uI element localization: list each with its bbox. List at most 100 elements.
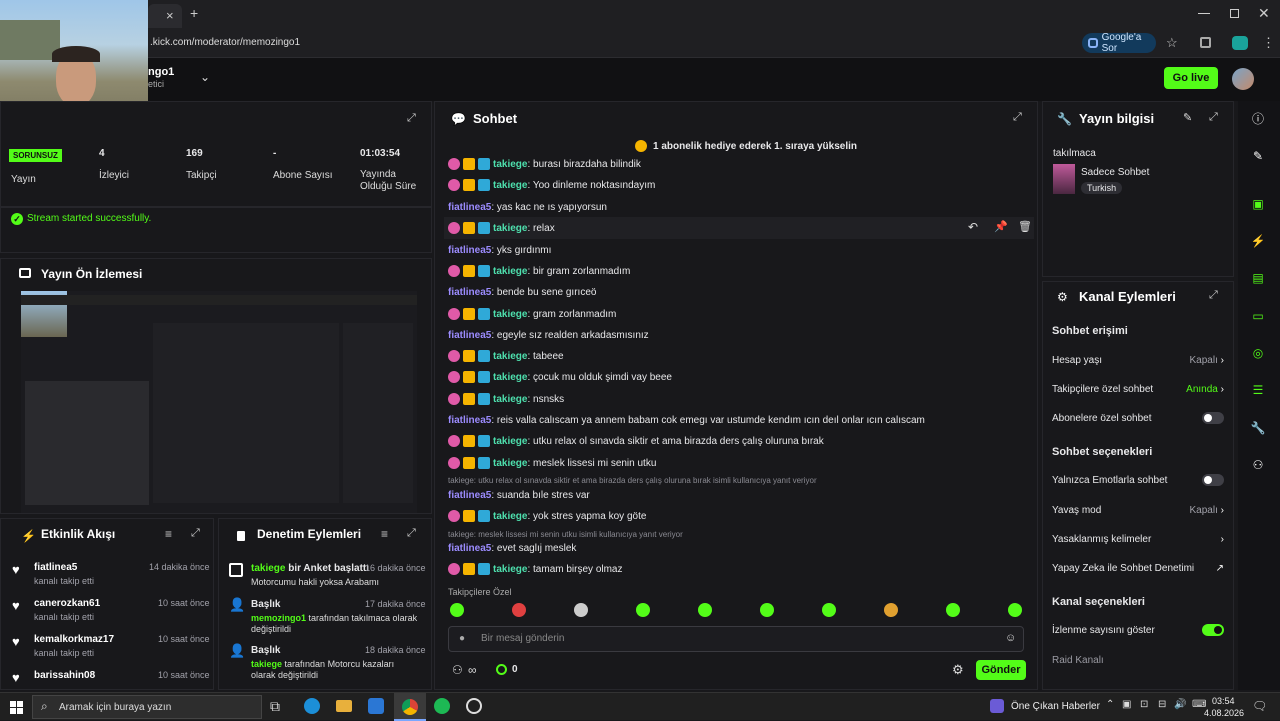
mod-user[interactable]: takiege [251, 659, 282, 669]
emote-icon[interactable] [1008, 603, 1022, 617]
doc-icon[interactable]: ▤ [1248, 268, 1268, 288]
browser-menu-icon[interactable]: ⋮ [1262, 35, 1275, 51]
chat-popout-icon[interactable]: ⤢ [1013, 111, 1022, 124]
chat-username[interactable]: fiatlinea5 [448, 245, 491, 256]
bookmark-star-icon[interactable]: ☆ [1166, 35, 1178, 51]
chat-username[interactable]: takiege [493, 266, 527, 277]
mod-item[interactable]: takiege bir Anket başlattı 16 dakika önc… [229, 561, 429, 597]
chat-message[interactable]: takiege: relax [448, 218, 555, 238]
chat-message[interactable]: fiatlinea5: suanda bıle stres var [448, 485, 590, 505]
chat-message[interactable]: takiege: meslek lissesi mi senin utku [448, 453, 656, 473]
chat-message[interactable]: fiatlinea5: yks gırdınmı [448, 240, 551, 260]
chat-username[interactable]: takiege [493, 458, 527, 469]
notifications-icon[interactable]: 🗨 [1252, 699, 1267, 713]
chevron-down-icon[interactable]: ⌄ [200, 70, 210, 84]
followers-chat-option[interactable]: Takipçilere özel sohbet Anında › [1052, 379, 1224, 399]
chat-message[interactable]: fiatlinea5: yas kac ne ıs yapıyorsun [448, 197, 607, 217]
obs-icon[interactable] [466, 698, 482, 714]
mod-filter-icon[interactable]: ≡ [381, 527, 388, 541]
tray-icon-2[interactable]: ⊟ [1158, 699, 1166, 710]
tab-close-icon[interactable]: × [166, 8, 174, 23]
taskbar-search-box[interactable]: ⌕ Aramak için buraya yazın [32, 695, 262, 719]
chat-username[interactable]: takiege [493, 372, 527, 383]
window-close-icon[interactable]: ✕ [1258, 5, 1270, 22]
file-explorer-icon[interactable] [336, 700, 352, 712]
info-popout-icon[interactable]: ⤢ [1209, 111, 1218, 124]
users-group-icon[interactable]: ⚇ [1248, 455, 1268, 475]
minimize-icon[interactable] [1198, 13, 1210, 14]
chat-username[interactable]: takiege [493, 394, 527, 405]
chat-username[interactable]: takiege [493, 564, 527, 575]
emote-icon[interactable] [946, 603, 960, 617]
emote-icon[interactable] [512, 603, 526, 617]
activity-user[interactable]: barissahin08 [34, 670, 95, 681]
mod-user[interactable]: memozingo1 [251, 613, 306, 623]
reply-context[interactable]: takiege: utku relax ol sınavda siktir et… [448, 476, 817, 485]
chat-username[interactable]: fiatlinea5 [448, 287, 491, 298]
chat-message[interactable]: takiege: nsnsks [448, 389, 564, 409]
activity-user[interactable]: canerozkan61 [34, 598, 100, 609]
account-age-option[interactable]: Hesap yaşı Kapalı › [1052, 350, 1224, 370]
pencil-icon[interactable]: ✎ [1248, 146, 1268, 166]
edit-pencil-icon[interactable]: ✎ [1183, 111, 1192, 124]
list-icon[interactable]: ☰ [1248, 380, 1268, 400]
actions-popout-icon[interactable]: ⤢ [1209, 289, 1218, 302]
preview-video[interactable] [21, 291, 417, 513]
bolt-icon[interactable]: ⚡ [1248, 231, 1268, 251]
chat-message[interactable]: takiege: bir gram zorlanmadım [448, 261, 630, 281]
chat-icon[interactable]: ▭ [1248, 306, 1268, 326]
emote-icon[interactable] [698, 603, 712, 617]
channel-name[interactable]: ngo1 [148, 66, 174, 78]
send-button[interactable]: Gönder [976, 660, 1026, 680]
taskbar-time[interactable]: 03:54 [1212, 696, 1235, 706]
maximize-icon[interactable] [1230, 9, 1239, 18]
mod-item[interactable]: 👤 Başlık 18 dakika önce takiege tarafınd… [229, 643, 429, 687]
chat-message[interactable]: takiege: çocuk mu olduk şimdi vay beee [448, 367, 672, 387]
emote-only-toggle[interactable] [1202, 474, 1224, 486]
chat-username[interactable]: fiatlinea5 [448, 543, 491, 554]
mod-item[interactable]: 👤 Başlık 17 dakika önce memozingo1 taraf… [229, 597, 429, 641]
activity-popout-icon[interactable]: ⤢ [191, 527, 200, 540]
activity-item[interactable]: ♥ barissahin08 10 saat önce [10, 668, 210, 690]
extensions-icon[interactable] [1200, 37, 1211, 48]
raid-option[interactable]: Raid Kanalı [1052, 650, 1224, 670]
mod-user[interactable]: takiege [251, 563, 285, 574]
emote-icon[interactable] [822, 603, 836, 617]
emote-icon[interactable] [450, 603, 464, 617]
chat-message[interactable]: fiatlinea5: egeyle sız realden arkadasmı… [448, 325, 649, 345]
chat-message[interactable]: takiege: gram zorlanmadım [448, 304, 616, 324]
emote-icon[interactable] [884, 603, 898, 617]
screen-icon[interactable]: ▣ [1248, 194, 1268, 214]
chat-username[interactable]: fiatlinea5 [448, 330, 491, 341]
chat-message[interactable]: takiege: Yoo dinleme noktasındayım [448, 175, 655, 195]
tray-app-icon[interactable]: ▣ [1122, 699, 1131, 710]
chat-message[interactable]: takiege: burası birazdaha bilindik [448, 154, 641, 174]
chat-message[interactable]: takiege: tamam birşey olmaz [448, 559, 623, 579]
taskbar-date[interactable]: 4.08.2026 [1204, 708, 1244, 718]
chat-message[interactable]: takiege: tabeee [448, 346, 564, 366]
user-avatar[interactable] [1232, 68, 1254, 90]
emoji-icon[interactable]: ☺ [1005, 632, 1016, 644]
popout-icon[interactable]: ⤢ [407, 112, 416, 125]
windows-start-icon[interactable] [10, 701, 23, 714]
news-icon[interactable] [990, 699, 1004, 713]
profile-icon[interactable] [1232, 36, 1248, 50]
mod-popout-icon[interactable]: ⤢ [407, 527, 416, 540]
chat-username[interactable]: takiege [493, 351, 527, 362]
task-view-icon[interactable]: ⧉ [270, 698, 280, 715]
store-icon[interactable] [368, 698, 384, 714]
chat-input[interactable]: ● Bir mesaj gönderin ☺ [448, 626, 1024, 652]
show-viewers-toggle[interactable] [1202, 624, 1224, 636]
activity-item[interactable]: ♥ kemalkorkmaz17 kanalı takip etti 10 sa… [10, 632, 210, 666]
slow-mode-option[interactable]: Yavaş mod Kapalı › [1052, 500, 1224, 520]
activity-item[interactable]: ♥ canerozkan61 kanalı takip etti 10 saat… [10, 596, 210, 630]
network-icon[interactable]: ⊡ [1140, 699, 1148, 710]
chat-message[interactable]: fiatlinea5: bende bu sene gırıceö [448, 282, 596, 302]
pin-icon[interactable]: 📌 [994, 220, 1008, 233]
chat-username[interactable]: takiege [493, 223, 527, 234]
infinity-icon[interactable]: ∞ [468, 663, 477, 677]
broadcast-icon[interactable]: ◎ [1248, 343, 1268, 363]
subs-chat-toggle[interactable] [1202, 412, 1224, 424]
ai-moderation-option[interactable]: Yapay Zeka ile Sohbet Denetimi ↗ [1052, 558, 1224, 578]
volume-icon[interactable]: 🔊 [1174, 699, 1186, 710]
